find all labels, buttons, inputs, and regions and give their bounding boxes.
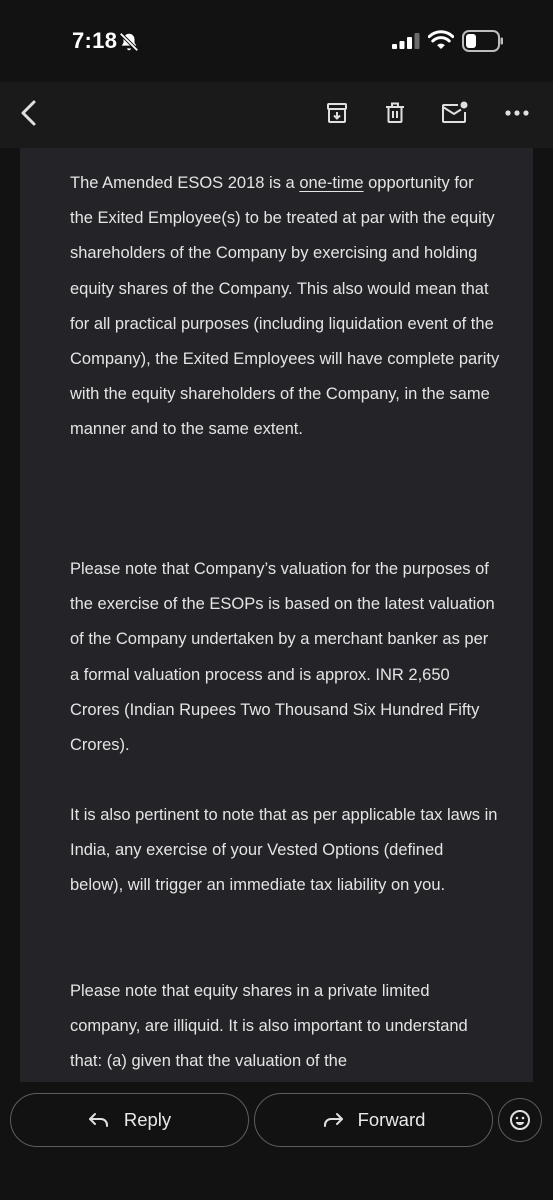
- message-paragraph: Please note that equity shares in a priv…: [70, 982, 468, 1071]
- wifi-icon: [428, 30, 454, 49]
- back-button[interactable]: [12, 96, 46, 130]
- paragraph-text: The Amended ESOS 2018 is a: [70, 174, 300, 192]
- reply-button[interactable]: Reply: [10, 1093, 249, 1147]
- forward-button[interactable]: Forward: [254, 1093, 493, 1147]
- reply-label: Reply: [123, 1109, 172, 1130]
- message-paragraph: Please note that Company’s valuation for…: [70, 560, 495, 755]
- mark-unread-button[interactable]: [438, 96, 472, 130]
- emoji-reaction-button[interactable]: [498, 1098, 542, 1142]
- status-bar: 7:18: [0, 0, 553, 82]
- bell-slash-icon: [119, 32, 139, 52]
- more-options-button[interactable]: [500, 96, 534, 130]
- archive-button[interactable]: [320, 96, 354, 130]
- message-body: The Amended ESOS 2018 is a one-time oppo…: [20, 148, 533, 1082]
- mark-unread-icon: [442, 101, 468, 123]
- message-toolbar: [0, 82, 553, 148]
- forward-arrow-icon: [323, 1113, 343, 1127]
- archive-icon: [327, 103, 347, 123]
- reply-action-bar: Reply Forward: [0, 1082, 553, 1200]
- cellular-signal-icon: [392, 33, 420, 49]
- forward-label: Forward: [357, 1109, 426, 1130]
- back-arrow-icon: [21, 100, 36, 126]
- status-time: 7:18: [72, 28, 118, 53]
- more-icon: [505, 110, 529, 116]
- trash-icon: [386, 102, 404, 123]
- reply-arrow-icon: [88, 1113, 108, 1127]
- email-screen: ... ... ... ... 7:18: [0, 0, 553, 1200]
- underlined-text: one-time: [299, 174, 364, 192]
- delete-button[interactable]: [378, 96, 412, 130]
- message-paragraph: The Amended ESOS 2018 is a one-time oppo…: [70, 166, 500, 448]
- smiley-icon: [510, 1110, 530, 1130]
- message-paragraph: It is also pertinent to note that as per…: [70, 806, 498, 895]
- paragraph-text: opportunity for the Exited Employee(s) t…: [70, 174, 500, 439]
- battery-icon: [462, 30, 503, 52]
